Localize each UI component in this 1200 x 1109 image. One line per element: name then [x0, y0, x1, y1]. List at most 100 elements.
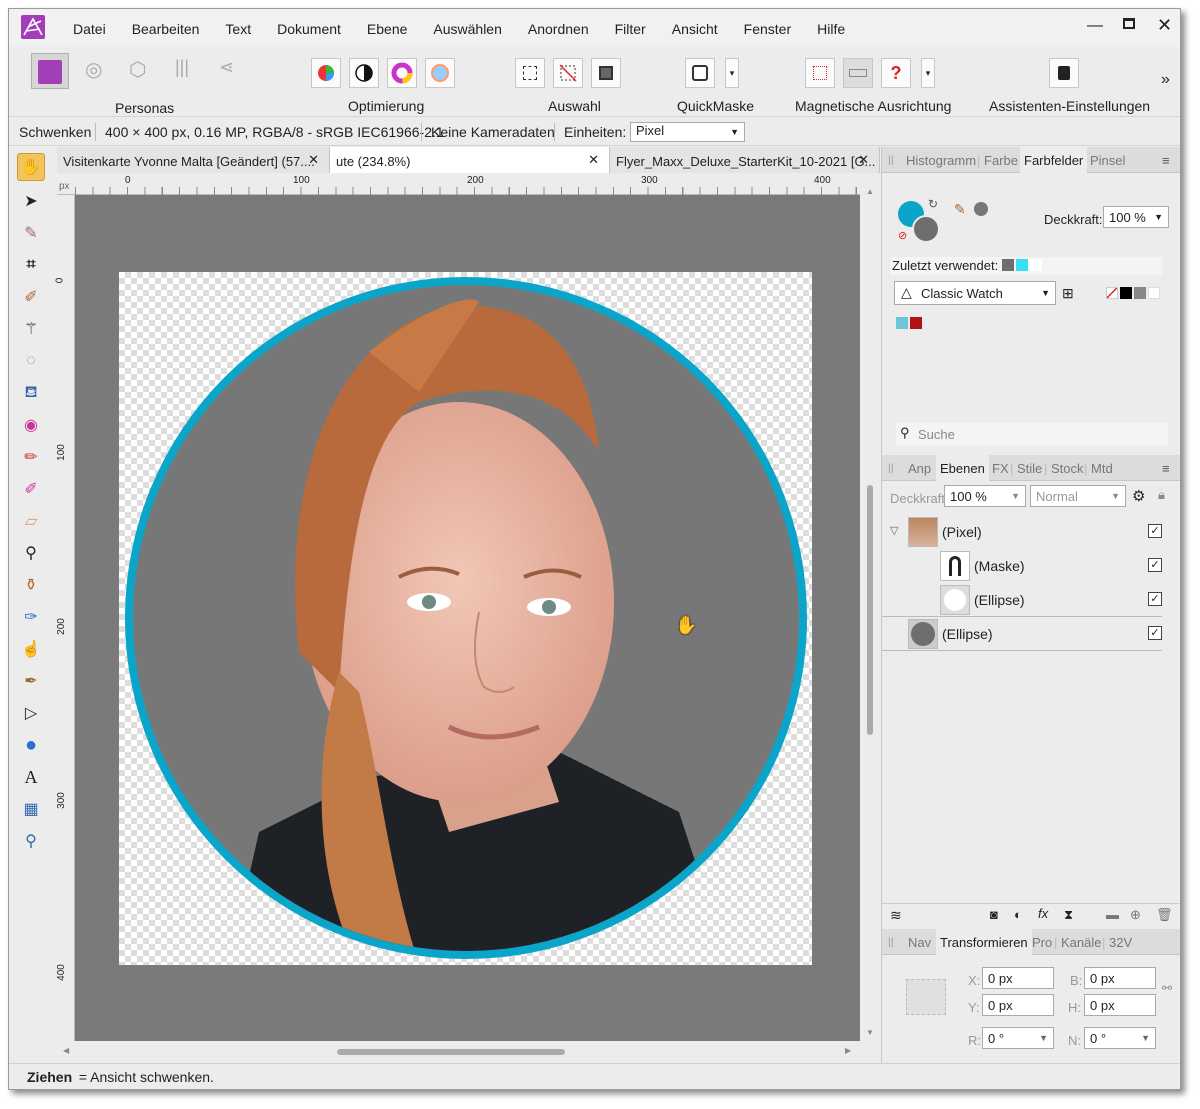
snapping-grid-icon[interactable] [805, 58, 835, 88]
opacity-select[interactable]: 100 % ▼ [1103, 206, 1169, 228]
tab-close-icon[interactable]: ✕ [308, 152, 319, 168]
tab-fx[interactable]: FX [992, 461, 1009, 476]
anchor-point-selector[interactable] [906, 979, 946, 1015]
scroll-left-icon[interactable]: ◀ [63, 1046, 69, 1055]
view-tool-hand-icon[interactable]: ✋ [17, 153, 45, 181]
blend-mode-select[interactable]: Normal ▼ [1030, 485, 1126, 507]
height-input[interactable]: 0 px [1084, 994, 1156, 1016]
document-swatch-red[interactable] [910, 317, 922, 329]
flood-select-tool-icon[interactable]: ⚚ [19, 317, 43, 341]
liquify-persona-icon[interactable]: ◎ [85, 57, 115, 87]
recent-swatch[interactable] [1030, 259, 1042, 271]
auto-contrast-icon[interactable] [349, 58, 379, 88]
quickmask-dropdown-icon[interactable]: ▾ [725, 58, 739, 88]
crop-tool-icon[interactable]: ⌗ [19, 253, 43, 277]
canvas-area[interactable]: ✋ [75, 195, 860, 1041]
menu-dokument[interactable]: Dokument [277, 21, 341, 37]
width-input[interactable]: 0 px [1084, 967, 1156, 989]
tab-close-icon[interactable]: ✕ [588, 152, 599, 168]
gear-icon[interactable]: ⚙ [1132, 487, 1145, 505]
color-replacement-tool-icon[interactable]: ✐ [19, 477, 43, 501]
tab-transformieren[interactable]: Transformieren [936, 929, 1032, 955]
pen-tool-icon[interactable]: ▷ [19, 701, 43, 725]
tab-farbfelder[interactable]: Farbfelder [1020, 147, 1088, 173]
gradient-tool-icon[interactable]: ◉ [19, 413, 43, 437]
invert-selection-icon[interactable] [591, 58, 621, 88]
export-persona-icon[interactable]: ⋖ [219, 57, 249, 87]
trash-icon[interactable]: 🗑︎ [1156, 907, 1173, 923]
auto-white-balance-icon[interactable] [425, 58, 455, 88]
tab-mtd[interactable]: Mtd [1091, 461, 1113, 476]
tab-nav[interactable]: Nav [908, 935, 931, 950]
auto-colors-icon[interactable] [387, 58, 417, 88]
palette-select[interactable]: △ Classic Watch ▼ [894, 281, 1056, 305]
tab-ute[interactable]: ute (234.8%) ✕ [330, 147, 610, 173]
paint-brush-tool-icon[interactable]: ✏ [19, 445, 43, 469]
layers-stack-icon[interactable]: ≋ [890, 907, 902, 924]
tab-32v[interactable]: 32V [1109, 935, 1132, 950]
tone-mapping-persona-icon[interactable]: ||| [175, 57, 205, 87]
zoom-tool-icon[interactable]: ⚲ [19, 829, 43, 853]
swatch-search-input[interactable]: ⚲ Suche [896, 423, 1168, 445]
snapping-guides-icon[interactable] [843, 58, 873, 88]
move-tool-icon[interactable]: ➤ [19, 189, 43, 213]
document-artboard[interactable] [119, 272, 812, 965]
scroll-down-icon[interactable]: ▼ [866, 1028, 874, 1037]
add-layer-icon[interactable]: ⊕ [1130, 907, 1141, 923]
snapping-magnet-icon[interactable]: ? [881, 58, 911, 88]
menu-datei[interactable]: Datei [73, 21, 106, 37]
layer-visibility-checkbox[interactable]: ✓ [1148, 592, 1162, 606]
horizontal-scroll-thumb[interactable] [337, 1049, 565, 1055]
smudge-tool-icon[interactable]: ☝ [19, 637, 43, 661]
maximize-icon[interactable] [1123, 18, 1135, 29]
eyedropper-icon[interactable]: ✎ [954, 201, 966, 218]
layer-row-ellipse-clip[interactable]: (Ellipse) ✓ [882, 583, 1162, 617]
ellipse-marquee-tool-icon[interactable]: ◌ [19, 349, 43, 373]
layer-row-ellipse[interactable]: (Ellipse) ✓ [882, 617, 1162, 651]
tab-stock[interactable]: Stock [1051, 461, 1084, 476]
tab-pro[interactable]: Pro [1032, 935, 1052, 950]
mask-layer-icon[interactable]: ◙ [990, 907, 998, 922]
tab-histogramm[interactable]: Histogramm [906, 153, 976, 168]
develop-persona-icon[interactable]: ⬡ [129, 57, 159, 87]
mesh-warp-tool-icon[interactable]: ▦ [19, 797, 43, 821]
add-swatch-icon[interactable]: ⊞ [1062, 285, 1074, 302]
layer-visibility-checkbox[interactable]: ✓ [1148, 626, 1162, 640]
text-tool-icon[interactable]: A [19, 765, 43, 789]
scroll-right-icon[interactable]: ▶ [845, 1046, 851, 1055]
auto-levels-icon[interactable] [311, 58, 341, 88]
menu-bearbeiten[interactable]: Bearbeiten [132, 21, 200, 37]
menu-anordnen[interactable]: Anordnen [528, 21, 589, 37]
scroll-up-icon[interactable]: ▲ [866, 187, 874, 196]
tab-flyer[interactable]: Flyer_Maxx_Deluxe_StarterKit_10-2021 [G.… [610, 147, 880, 173]
quickmask-icon[interactable] [685, 58, 715, 88]
ellipse-tool-icon[interactable]: ● [19, 733, 43, 757]
layer-row-mask[interactable]: (Maske) ✓ [882, 549, 1162, 583]
color-picker-tool-icon[interactable]: ✎ [19, 221, 43, 245]
document-swatch-cyan[interactable] [896, 317, 908, 329]
tab-farbe[interactable]: Farbe [984, 153, 1018, 168]
layer-visibility-checkbox[interactable]: ✓ [1148, 558, 1162, 572]
tab-anp[interactable]: Anp [908, 461, 931, 476]
live-filter-icon[interactable]: ⧗ [1064, 907, 1073, 923]
minimize-icon[interactable]: — [1087, 17, 1103, 35]
menu-ansicht[interactable]: Ansicht [672, 21, 718, 37]
toolbar-overflow-icon[interactable]: » [1161, 71, 1170, 89]
expand-triangle-icon[interactable]: ▽ [890, 524, 898, 537]
flood-fill-tool-icon[interactable]: ⛾ [19, 381, 43, 405]
recent-swatch[interactable] [1002, 259, 1014, 271]
no-color-icon[interactable]: ⊘ [898, 229, 907, 242]
deselect-icon[interactable] [553, 58, 583, 88]
tab-pinsel[interactable]: Pinsel [1090, 153, 1125, 168]
menu-filter[interactable]: Filter [615, 21, 646, 37]
units-select[interactable]: Pixel ▼ [630, 122, 745, 142]
photo-persona-icon[interactable] [31, 53, 69, 89]
assistant-icon[interactable] [1049, 58, 1079, 88]
gray-swatch[interactable] [1134, 287, 1146, 299]
black-swatch[interactable] [1120, 287, 1132, 299]
menu-text[interactable]: Text [225, 21, 251, 37]
layer-visibility-checkbox[interactable]: ✓ [1148, 524, 1162, 538]
folder-icon[interactable]: ▬ [1106, 907, 1119, 922]
snapping-dropdown-icon[interactable]: ▾ [921, 58, 935, 88]
layer-row-pixel[interactable]: ▽ (Pixel) ✓ [882, 515, 1162, 549]
